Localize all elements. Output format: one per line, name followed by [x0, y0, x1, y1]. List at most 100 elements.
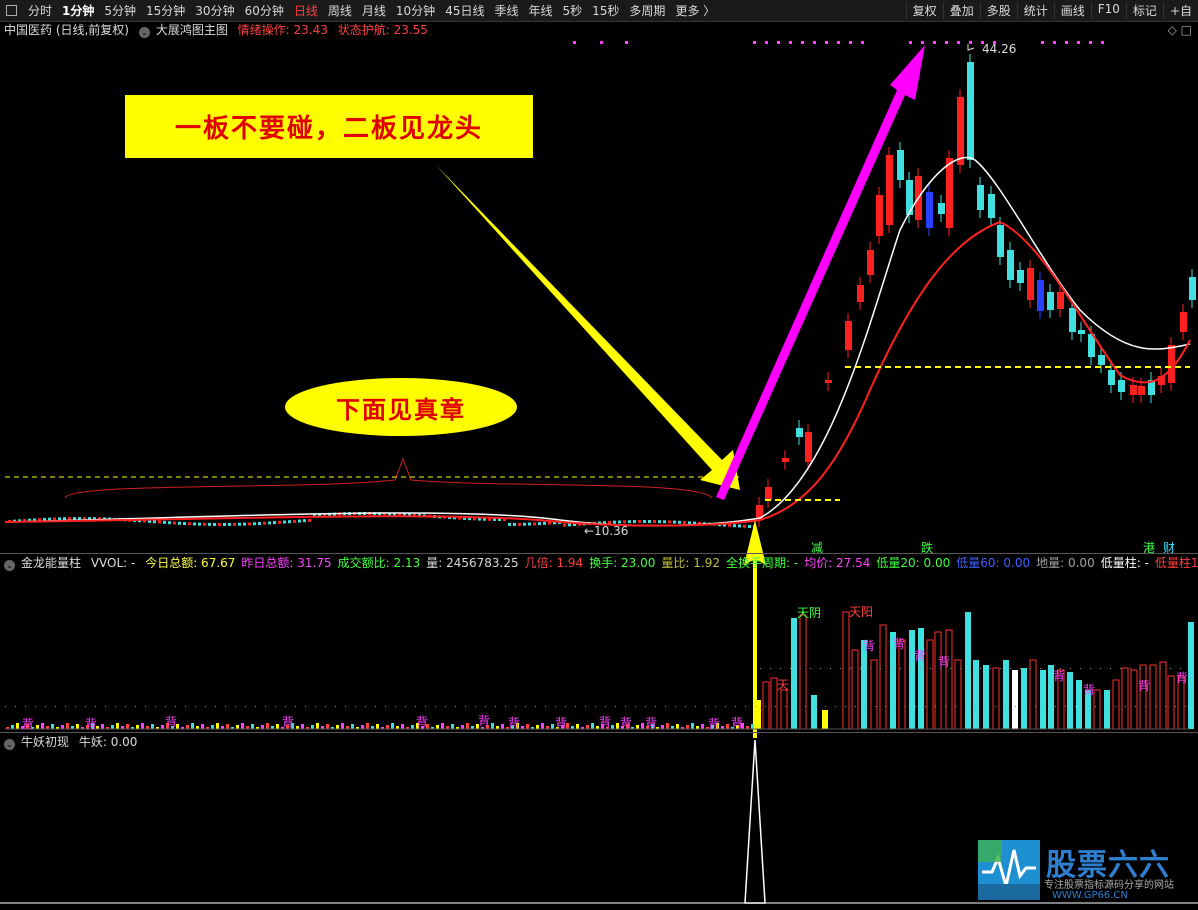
callout-box-top: 一板不要碰，二板见龙头: [125, 95, 533, 158]
volume-ref-dot: [585, 706, 586, 707]
volume-stat: 量比: 1.92: [661, 556, 720, 570]
volume-bar: [451, 724, 454, 729]
magenta-arrow: [716, 45, 925, 500]
volume-bar: [361, 725, 364, 729]
divergence-marker: 背: [1083, 683, 1095, 697]
volume-ref-dot: [1125, 706, 1126, 707]
logo-slogan: 专注股票指标源码分享的网站: [1044, 880, 1174, 891]
candle: [233, 522, 236, 526]
signal-dot: [1077, 41, 1080, 44]
volume-ref-dot: [255, 706, 256, 707]
candle: [253, 522, 256, 526]
volume-bar: [236, 725, 239, 729]
volume-ref-dot: [675, 706, 676, 707]
volume-bar: [965, 612, 971, 729]
signal-dot: [573, 41, 576, 44]
volume-ref-dot: [415, 706, 416, 707]
divergence-marker: 背: [508, 716, 520, 730]
volume-ref-dot: [215, 706, 216, 707]
volume-bar: [591, 723, 594, 729]
signal-dot: [825, 41, 828, 44]
volume-ref-dot: [1090, 668, 1091, 669]
volume-stat: 地量: 0.00: [1036, 556, 1095, 570]
candle: [765, 487, 772, 500]
volume-bar: [1029, 659, 1037, 730]
logo-icon: [978, 840, 1040, 900]
volume-ref-dot: [910, 668, 911, 669]
volume-bar: [686, 725, 689, 729]
volume-bar: [861, 640, 867, 729]
volume-ref-dot: [445, 706, 446, 707]
volume-bar: [61, 725, 64, 729]
high-price-label: 44.26: [982, 42, 1017, 56]
volume-ref-dot: [1160, 668, 1161, 669]
niuyao-spike: [744, 739, 766, 904]
volume-stat: 几倍: 1.94: [524, 556, 584, 570]
volume-ref-dot: [965, 706, 966, 707]
volume-bar: [898, 639, 906, 730]
volume-bar: [726, 724, 729, 729]
logo-url: WWW.GP66.CN: [1052, 890, 1128, 901]
callout-oval-bottom: 下面见真章: [285, 378, 517, 436]
signal-dot: [777, 41, 780, 44]
bottom-indicator-name[interactable]: 牛妖初现: [21, 735, 69, 749]
volume-ref-dot: [315, 706, 316, 707]
volume-ref-dot: [1165, 706, 1166, 707]
volume-bar: [116, 723, 119, 729]
volume-ref-dot: [1050, 668, 1051, 669]
volume-ref-dot: [995, 706, 996, 707]
signal-dot: [1101, 41, 1104, 44]
volume-ref-dot: [55, 706, 56, 707]
volume-ref-dot: [970, 668, 971, 669]
volume-bar: [411, 725, 414, 729]
candle: [153, 520, 156, 524]
candle: [845, 321, 852, 350]
candle: [1168, 345, 1175, 383]
volume-bar: [491, 723, 494, 729]
divergence-marker: 背: [645, 716, 657, 730]
volume-ref-dot: [1070, 668, 1071, 669]
candle: [228, 522, 231, 526]
volume-bar: [1149, 664, 1157, 730]
volume-ref-dot: [990, 668, 991, 669]
volume-ref-dot: [1185, 706, 1186, 707]
volume-ref-dot: [475, 706, 476, 707]
volume-bar: [1130, 669, 1138, 730]
volume-ref-dot: [645, 706, 646, 707]
candle: [248, 522, 251, 526]
chevron-down-icon[interactable]: ⌄: [4, 739, 15, 750]
volume-ref-dot: [985, 706, 986, 707]
candle: [258, 521, 261, 525]
signal-dot: [933, 41, 936, 44]
candle: [938, 203, 945, 214]
low-price-label: ←10.36: [584, 524, 629, 538]
volume-stat: 量: 2456783.25: [426, 556, 519, 570]
volume-bar: [216, 723, 219, 729]
signal-dot: [765, 41, 768, 44]
volume-ref-dot: [485, 706, 486, 707]
volume-ref-dot: [495, 706, 496, 707]
volume-bar: [751, 724, 754, 729]
volume-bar: [536, 725, 539, 729]
volume-bar: [661, 725, 664, 729]
candle: [1138, 386, 1145, 395]
candle: [68, 517, 71, 521]
volume-bar: [1167, 675, 1175, 730]
volume-bar: [636, 725, 639, 729]
volume-ref-dot: [105, 706, 106, 707]
volume-bar: [336, 725, 339, 729]
volume-ref-dot: [545, 706, 546, 707]
volume-indicator-name[interactable]: 金龙能量柱: [21, 556, 81, 570]
signal-dot: [813, 41, 816, 44]
volume-ref-dot: [1005, 706, 1006, 707]
divergence-marker: 背: [938, 655, 950, 669]
candle: [1189, 277, 1196, 300]
candle: [283, 520, 286, 524]
candle: [193, 522, 196, 526]
signal-dot: [969, 41, 972, 44]
divergence-marker: 背: [22, 717, 34, 731]
volume-bar: [151, 724, 154, 729]
volume-bar: [1076, 680, 1082, 729]
divergence-marker: 背: [555, 716, 567, 730]
chevron-down-icon[interactable]: ⌄: [4, 560, 15, 571]
